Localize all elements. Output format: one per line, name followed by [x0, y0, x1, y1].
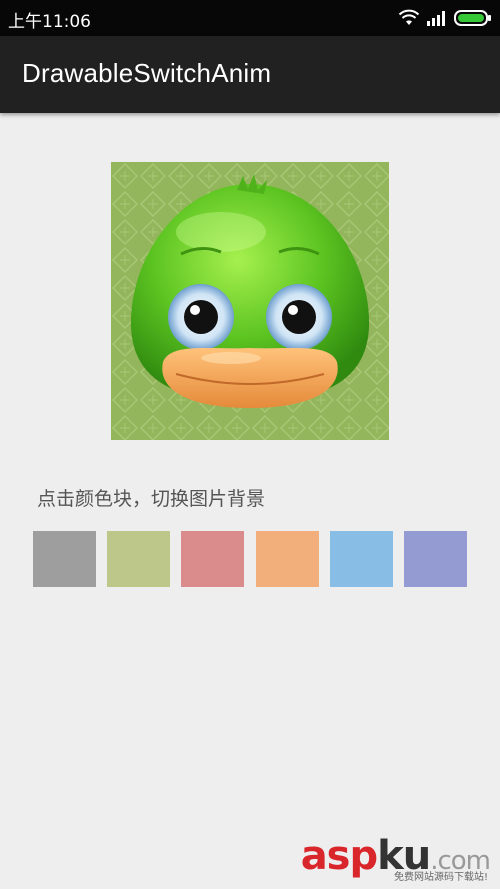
swatch-purple[interactable] — [403, 531, 467, 587]
duck-image — [111, 162, 389, 440]
status-bar: 上午11:06 — [0, 0, 500, 36]
swatch-light-blue[interactable] — [329, 531, 393, 587]
wifi-icon — [398, 9, 420, 25]
swatch-gray[interactable] — [33, 531, 96, 587]
signal-icon — [427, 11, 445, 26]
swatch-orange[interactable] — [255, 531, 319, 587]
battery-icon — [454, 10, 491, 26]
status-icons — [398, 8, 492, 28]
app-title: DrawableSwitchAnim — [22, 58, 272, 88]
status-time: 上午11:06 — [8, 12, 91, 32]
watermark: aspku.com 免费网站源码下载站! — [301, 833, 491, 883]
color-swatches — [33, 531, 467, 587]
app-bar: DrawableSwitchAnim — [0, 36, 500, 113]
swatch-pink[interactable] — [181, 531, 245, 587]
swatch-olive[interactable] — [107, 531, 171, 587]
watermark-subtitle: 免费网站源码下载站! — [393, 872, 488, 883]
hint-text: 点击颜色块，切换图片背景 — [37, 488, 266, 510]
